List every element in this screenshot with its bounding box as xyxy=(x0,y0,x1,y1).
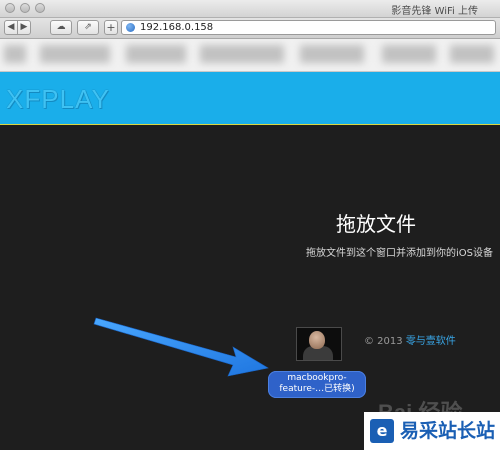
icloud-tabs-button[interactable]: ☁ xyxy=(50,20,72,35)
brand-header: XFPLAY xyxy=(0,72,500,126)
add-bookmark-button[interactable]: + xyxy=(104,20,118,35)
forward-button[interactable]: ▶ xyxy=(17,20,31,35)
company-link[interactable]: 零与壹软件 xyxy=(406,336,456,347)
address-bar[interactable]: 192.168.0.158 xyxy=(121,20,496,35)
copyright-text: © 2013 xyxy=(364,336,406,347)
drop-zone[interactable]: 拖放文件 拖放文件到这个窗口并添加到你的iOS设备 © 2013 零与壹软件 m… xyxy=(0,125,500,450)
site-badge: e 易采站长站 xyxy=(364,412,500,450)
drop-subtitle: 拖放文件到这个窗口并添加到你的iOS设备 xyxy=(306,248,493,259)
dragged-file-label[interactable]: macbookpro- feature-…已转换) xyxy=(268,371,366,398)
back-button[interactable]: ◀ xyxy=(4,20,18,35)
file-label-line1: macbookpro- xyxy=(287,373,347,383)
browser-window: 影音先锋 WiFi 上传 ◀ ▶ ☁ ⇗ + 192.168.0.158 XFP… xyxy=(0,0,500,450)
address-text[interactable]: 192.168.0.158 xyxy=(140,21,213,34)
bookmarks-bar-blurred xyxy=(0,39,500,72)
window-title: 影音先锋 WiFi 上传 xyxy=(391,6,478,17)
file-label-line2: feature-…已转换) xyxy=(279,384,355,394)
copyright-line: © 2013 零与壹软件 xyxy=(364,332,456,347)
share-button[interactable]: ⇗ xyxy=(77,20,99,35)
brand-logo-text: XFPLAY xyxy=(6,84,110,114)
drop-title: 拖放文件 xyxy=(336,212,416,236)
globe-icon xyxy=(126,23,135,32)
dragged-file-thumbnail[interactable] xyxy=(296,327,342,361)
thumbnail-person-head xyxy=(309,331,325,349)
site-logo-icon: e xyxy=(370,419,394,443)
title-bar: 影音先锋 WiFi 上传 xyxy=(0,0,500,18)
browser-toolbar: ◀ ▶ ☁ ⇗ + 192.168.0.158 xyxy=(0,18,500,39)
site-name: 易采站长站 xyxy=(400,420,496,442)
